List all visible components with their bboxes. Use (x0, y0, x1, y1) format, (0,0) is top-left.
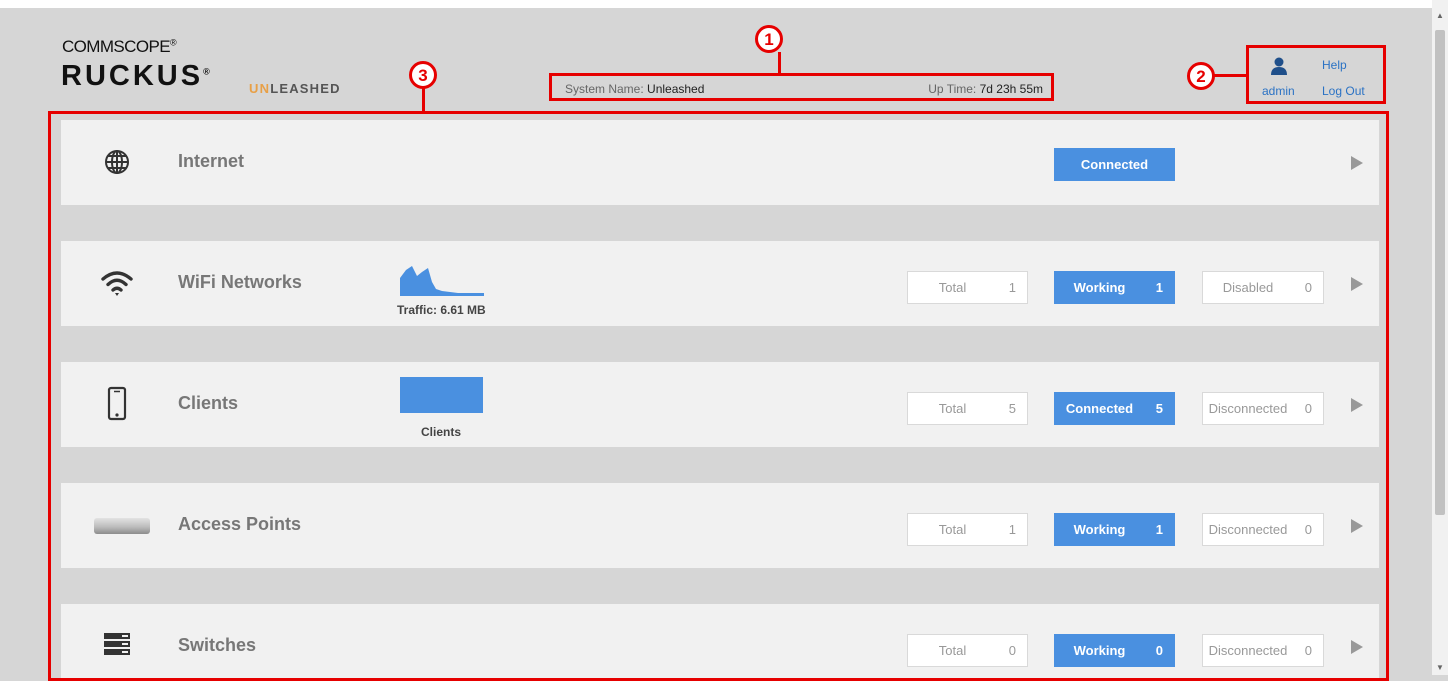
ruckus-logo: RUCKUS® (61, 60, 213, 92)
expand-arrow-icon[interactable] (1351, 156, 1363, 170)
panel-title: Internet (178, 151, 245, 171)
wifi-panel[interactable]: WiFi Networks Traffic: 6.61 MB Total 1 Wo… (61, 241, 1379, 326)
user-menu: admin Help Log Out (1246, 45, 1386, 104)
traffic-sparkline (400, 266, 484, 296)
total-count[interactable]: Total 1 (907, 271, 1028, 304)
expand-arrow-icon[interactable] (1351, 277, 1363, 291)
vertical-scrollbar[interactable]: ▲ ▼ (1432, 0, 1448, 675)
scroll-up-arrow-icon[interactable]: ▲ (1432, 10, 1448, 22)
help-link[interactable]: Help (1322, 58, 1347, 72)
total-count[interactable]: Total 1 (907, 513, 1028, 546)
scrollbar-thumb[interactable] (1435, 30, 1445, 515)
total-count[interactable]: Total 5 (907, 392, 1028, 425)
callout-connector (1214, 74, 1247, 77)
connected-count[interactable]: Connected 5 (1054, 392, 1175, 425)
callout-connector (422, 88, 425, 112)
top-border (0, 0, 1432, 8)
phone-icon (107, 386, 127, 421)
panel-title: Access Points (178, 514, 302, 534)
callout-marker: 2 (1187, 62, 1215, 90)
clients-caption: Clients (421, 425, 462, 439)
unleashed-logo: UNLEASHED (249, 81, 341, 96)
disconnected-count[interactable]: Disconnected 0 (1202, 513, 1324, 546)
callout-connector (778, 52, 781, 74)
wifi-icon (101, 271, 133, 296)
callout-marker: 3 (409, 61, 437, 89)
clients-chart (400, 377, 483, 413)
access-points-panel[interactable]: Access Points Total 1 Working 1 Disconnect… (61, 483, 1379, 568)
scroll-down-arrow-icon[interactable]: ▼ (1432, 662, 1448, 674)
panel-title: Switches (178, 635, 257, 655)
panel-title: WiFi Networks (178, 272, 302, 292)
system-name: System Name: Unleashed (565, 82, 705, 96)
expand-arrow-icon[interactable] (1351, 640, 1363, 654)
panel-title: Clients (178, 393, 239, 413)
clients-panel[interactable]: Clients Clients Total 5 Connected 5 Discon… (61, 362, 1379, 447)
user-icon[interactable] (1271, 57, 1287, 75)
traffic-caption: Traffic: 6.61 MB (397, 303, 486, 317)
disconnected-count[interactable]: Disconnected 0 (1202, 634, 1324, 667)
uptime: Up Time: 7d 23h 55m (928, 82, 1043, 96)
globe-icon (105, 150, 129, 174)
expand-arrow-icon[interactable] (1351, 519, 1363, 533)
switches-panel[interactable]: Switches Total 0 Working 0 Disconnected 0 (61, 604, 1379, 678)
callout-marker: 1 (755, 25, 783, 53)
access-point-icon (94, 518, 150, 534)
admin-link[interactable]: admin (1262, 84, 1295, 98)
internet-status-badge: Connected (1054, 148, 1175, 181)
logout-link[interactable]: Log Out (1322, 84, 1365, 98)
dashboard-panels: Internet Connected WiFi Networks Traffic… (48, 111, 1389, 681)
switch-icon (104, 633, 130, 655)
disabled-count[interactable]: Disabled 0 (1202, 271, 1324, 304)
commscope-logo: COMMSCOPE® (62, 37, 177, 56)
working-count[interactable]: Working 0 (1054, 634, 1175, 667)
internet-panel[interactable]: Internet Connected (61, 120, 1379, 205)
working-count[interactable]: Working 1 (1054, 271, 1175, 304)
disconnected-count[interactable]: Disconnected 0 (1202, 392, 1324, 425)
total-count[interactable]: Total 0 (907, 634, 1028, 667)
expand-arrow-icon[interactable] (1351, 398, 1363, 412)
working-count[interactable]: Working 1 (1054, 513, 1175, 546)
system-info-bar: System Name: Unleashed Up Time: 7d 23h 5… (549, 73, 1054, 101)
